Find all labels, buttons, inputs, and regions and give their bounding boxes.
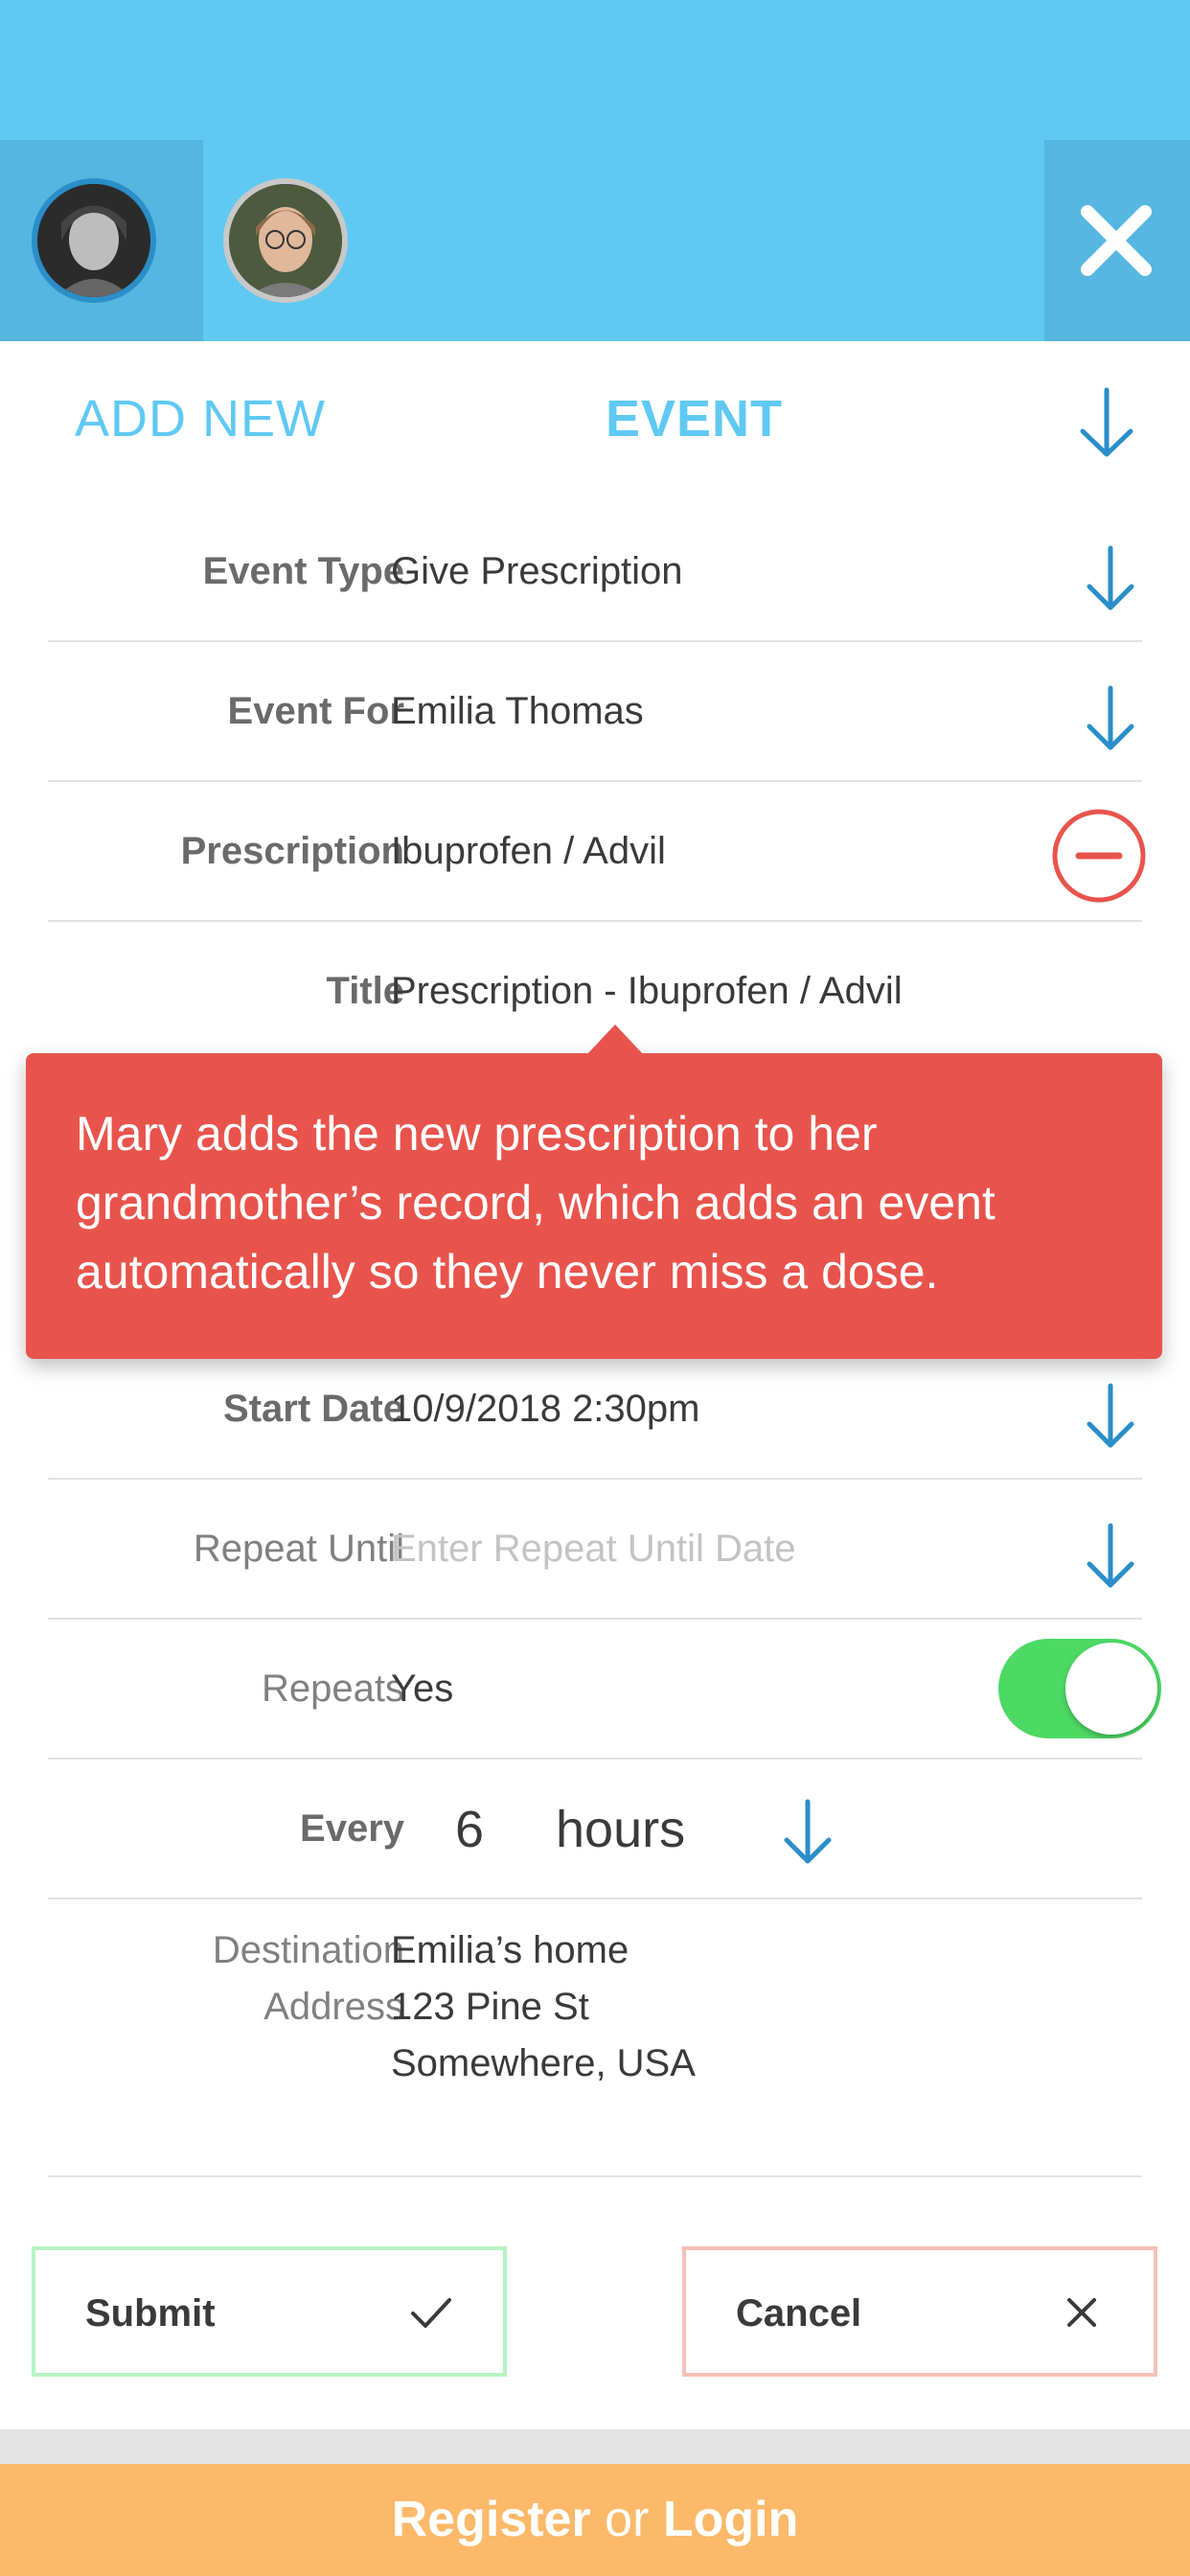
arrow-down-icon[interactable]	[1081, 1522, 1140, 1593]
user-avatar-2[interactable]	[223, 178, 348, 303]
every-unit[interactable]: hours	[556, 1800, 685, 1859]
event-type-value[interactable]: Give Prescription	[391, 550, 683, 593]
repeat-until-row[interactable]: Repeat Until Enter Repeat Until Date	[48, 1480, 1142, 1620]
tab-add-new[interactable]: ADD NEW	[75, 389, 326, 448]
arrow-down-icon[interactable]	[778, 1798, 837, 1869]
arrow-down-icon[interactable]	[1081, 684, 1140, 755]
user-avatar-1[interactable]	[32, 178, 156, 303]
submit-label: Submit	[85, 2292, 216, 2334]
prescription-value[interactable]: Ibuprofen / Advil	[391, 830, 666, 873]
repeat-until-label: Repeat Until	[193, 1528, 404, 1570]
event-type-label: Event Type	[202, 550, 404, 592]
repeats-toggle[interactable]	[998, 1639, 1161, 1738]
every-row[interactable]: Every 6 hours	[48, 1760, 1142, 1899]
close-icon	[1081, 205, 1152, 276]
close-button[interactable]	[1044, 140, 1190, 341]
cancel-button[interactable]: Cancel	[682, 2246, 1157, 2377]
submit-button[interactable]: Submit	[32, 2246, 507, 2377]
tab-bar: ADD NEW EVENT	[0, 341, 1190, 494]
register-link[interactable]: Register	[392, 2492, 591, 2547]
title-value[interactable]: Prescription - Ibuprofen / Advil	[391, 970, 903, 1013]
every-number[interactable]: 6	[455, 1800, 484, 1859]
every-label: Every	[300, 1807, 404, 1850]
cancel-label: Cancel	[736, 2292, 862, 2334]
tooltip-caret	[586, 1024, 644, 1055]
tab-event[interactable]: EVENT	[606, 389, 783, 448]
arrow-down-icon[interactable]	[1081, 1382, 1140, 1453]
event-for-value[interactable]: Emilia Thomas	[391, 690, 644, 733]
tooltip-text: Mary adds the new prescription to her gr…	[76, 1107, 995, 1299]
checkmark-icon	[411, 2298, 451, 2328]
prescription-row[interactable]: Prescription Ibuprofen / Advil	[48, 782, 1146, 922]
repeats-value: Yes	[391, 1668, 454, 1710]
remove-circle-icon[interactable]	[1050, 807, 1148, 905]
or-text: or	[605, 2492, 650, 2547]
repeat-until-input[interactable]: Enter Repeat Until Date	[391, 1528, 795, 1571]
repeats-label: Repeats	[262, 1668, 404, 1710]
destination-value[interactable]: Emilia’s home 123 Pine St Somewhere, USA	[391, 1922, 696, 2092]
start-date-row[interactable]: Start Date 10/9/2018 2:30pm	[48, 1359, 1142, 1480]
login-link[interactable]: Login	[663, 2492, 799, 2547]
top-bar	[0, 0, 1190, 341]
start-date-value[interactable]: 10/9/2018 2:30pm	[391, 1388, 699, 1431]
register-login-bar: Register or Login	[0, 2464, 1190, 2576]
event-type-row[interactable]: Event Type Give Prescription	[48, 502, 1142, 642]
prescription-label: Prescription	[180, 830, 404, 872]
repeats-row: Repeats Yes	[48, 1620, 1161, 1760]
arrow-down-icon[interactable]	[1081, 544, 1140, 615]
close-icon	[1067, 2298, 1096, 2327]
arrow-down-icon[interactable]	[1073, 385, 1140, 462]
destination-row[interactable]: Destination Address Emilia’s home 123 Pi…	[48, 1899, 1142, 2177]
footer-divider	[0, 2429, 1190, 2464]
tooltip: Mary adds the new prescription to her gr…	[26, 1024, 1162, 1359]
toggle-knob	[1065, 1643, 1157, 1735]
start-date-label: Start Date	[223, 1388, 404, 1430]
destination-label: Destination Address	[212, 1929, 404, 2028]
event-for-label: Event For	[227, 690, 404, 732]
event-for-row[interactable]: Event For Emilia Thomas	[48, 642, 1142, 782]
